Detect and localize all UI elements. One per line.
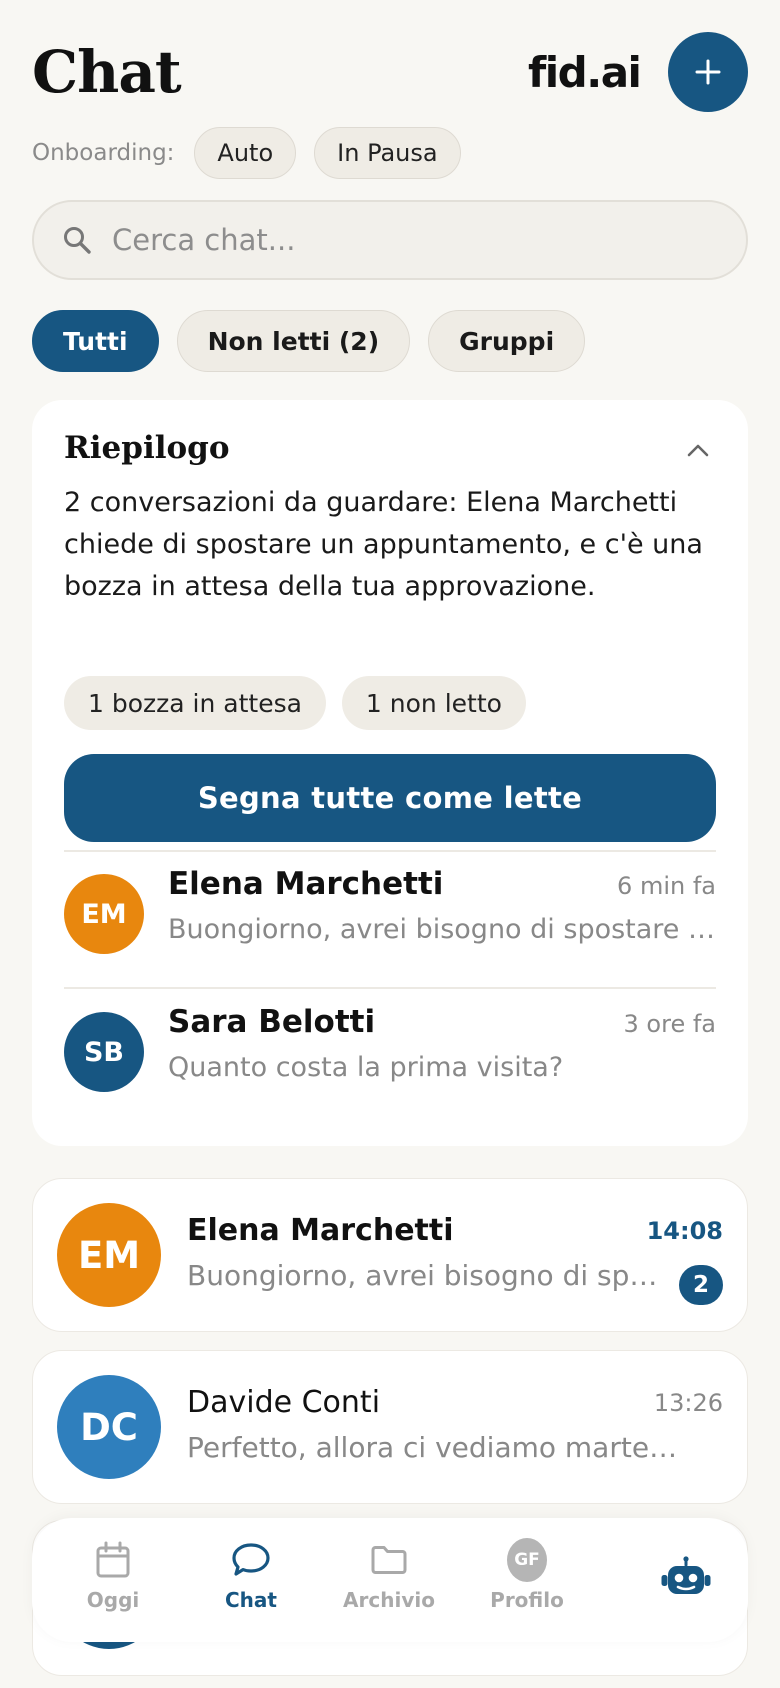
message-preview: Perfetto, allora ci vediamo martedì alle… (187, 1431, 692, 1464)
search-bar[interactable] (32, 200, 748, 280)
folder-icon (371, 1546, 407, 1574)
message-time: 3 ore fa (623, 1010, 716, 1038)
chat-bubble-icon (232, 1543, 270, 1576)
filter-unread[interactable]: Non letti (2) (176, 310, 411, 372)
filter-groups[interactable]: Gruppi (428, 310, 586, 372)
divider (64, 850, 716, 852)
summary-card: Riepilogo 2 conversazioni da guardare: E… (32, 400, 748, 1146)
unread-count-badge: 2 (679, 1265, 723, 1305)
message-time: 6 min fa (617, 872, 716, 900)
onboarding-auto-button[interactable]: Auto (194, 127, 297, 179)
divider (64, 987, 716, 989)
tab-oggi[interactable]: Oggi (53, 1540, 173, 1632)
summary-list-item[interactable]: EM Elena Marchetti 6 min fa Buongiorno, … (64, 858, 716, 958)
mark-all-read-button[interactable]: Segna tutte come lette (64, 754, 716, 842)
contact-name: Elena Marchetti (187, 1213, 454, 1248)
onboarding-row: Onboarding: Auto In Pausa (32, 127, 461, 179)
summary-text: 2 conversazioni da guardare: Elena March… (64, 487, 703, 602)
tab-profilo[interactable]: GF Profilo (467, 1538, 587, 1632)
search-input[interactable] (112, 223, 692, 257)
drafts-chip[interactable]: 1 bozza in attesa (64, 676, 326, 730)
bottom-tab-bar: Oggi Chat Archivio GF Profilo (32, 1518, 748, 1642)
message-time: 14:08 (646, 1217, 723, 1245)
tab-archivio[interactable]: Archivio (329, 1540, 449, 1632)
assistant-button[interactable] (642, 1516, 730, 1640)
tab-chat[interactable]: Chat (191, 1540, 311, 1632)
onboarding-pause-button[interactable]: In Pausa (314, 127, 461, 179)
new-chat-button[interactable] (668, 32, 748, 112)
tab-label: Oggi (86, 1588, 140, 1612)
chat-list-item[interactable]: DC Davide Conti 13:26 Perfetto, allora c… (32, 1350, 748, 1504)
chat-list-item[interactable]: EM Elena Marchetti 14:08 Buongiorno, avr… (32, 1178, 748, 1332)
robot-icon (661, 1556, 711, 1594)
message-preview: Quanto costa la prima visita? (168, 1052, 564, 1083)
tab-label: Chat (225, 1588, 277, 1612)
unread-chip[interactable]: 1 non letto (341, 676, 526, 730)
tab-label: Profilo (490, 1588, 564, 1612)
contact-name: Sara Belotti (168, 1004, 376, 1040)
page-title: Chat (32, 38, 182, 106)
avatar: SB (64, 1012, 144, 1092)
message-preview: Buongiorno, avrei bisogno di spostare l'… (187, 1259, 662, 1292)
contact-name: Elena Marchetti (168, 866, 444, 902)
onboarding-label: Onboarding: (32, 140, 175, 166)
message-time: 13:26 (653, 1389, 723, 1417)
message-preview: Buongiorno, avrei bisogno di spostare l'… (168, 914, 716, 945)
search-icon (64, 227, 91, 254)
filter-tabs: Tutti Non letti (2) Gruppi (32, 310, 586, 372)
filter-all[interactable]: Tutti (32, 310, 159, 372)
avatar: EM (64, 874, 144, 954)
plus-icon (695, 59, 721, 85)
chevron-up-icon[interactable] (686, 442, 710, 458)
avatar: GF (507, 1538, 547, 1582)
contact-name: Davide Conti (187, 1385, 381, 1420)
avatar: EM (57, 1203, 161, 1307)
summary-chips: 1 bozza in attesa 1 non letto (64, 676, 526, 730)
avatar: DC (57, 1375, 161, 1479)
summary-list-item[interactable]: SB Sara Belotti 3 ore fa Quanto costa la… (64, 996, 716, 1096)
brand-logo: fid.ai (528, 48, 642, 97)
tab-label: Archivio (343, 1588, 435, 1612)
calendar-icon (96, 1541, 130, 1578)
summary-title: Riepilogo (64, 430, 230, 466)
